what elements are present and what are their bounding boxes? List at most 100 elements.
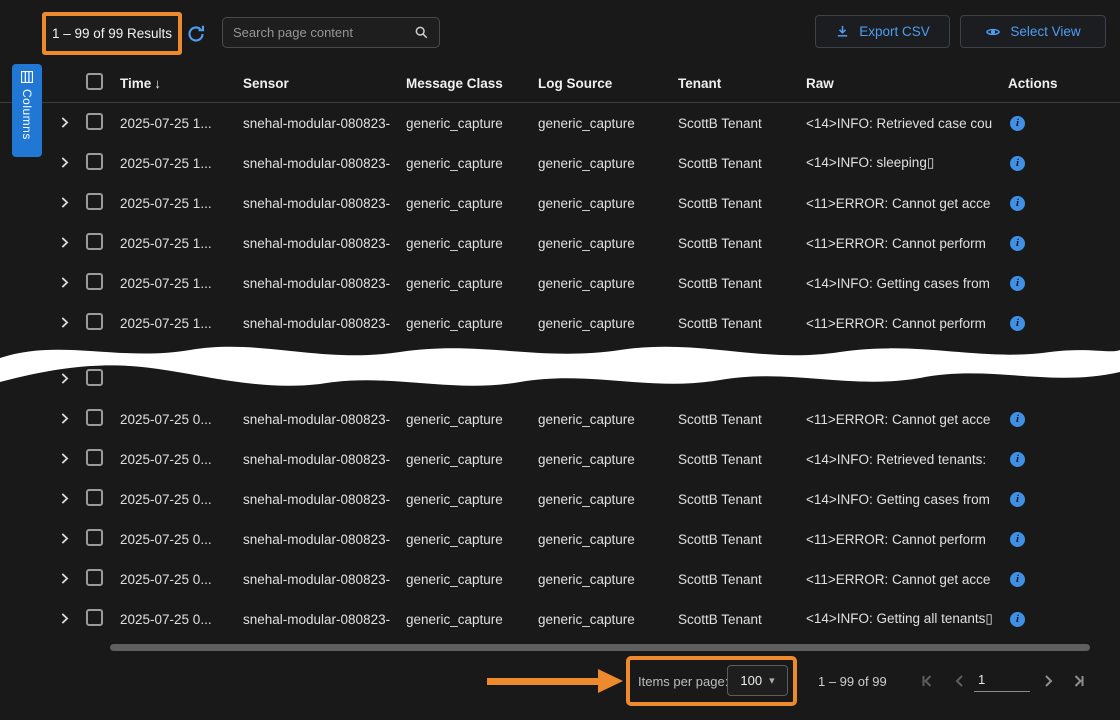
columns-panel-tab[interactable]: Columns	[12, 64, 42, 157]
annotation-arrow-head	[598, 669, 623, 693]
cell-log-source: generic_capture	[538, 196, 678, 211]
next-page-button[interactable]	[1038, 671, 1058, 691]
cell-time: 2025-07-25 0...	[120, 452, 243, 467]
cell-message-class: generic_capture	[406, 492, 538, 507]
select-view-button[interactable]: Select View	[960, 15, 1106, 48]
expand-chevron-icon[interactable]	[58, 372, 72, 386]
cell-raw: <14>INFO: Retrieved tenants:	[806, 452, 1008, 467]
info-icon[interactable]: i	[1010, 452, 1025, 467]
expand-chevron-icon[interactable]	[58, 316, 72, 330]
cell-raw: <14>INFO: Retrieved case cou	[806, 116, 1008, 131]
first-page-button[interactable]	[918, 671, 938, 691]
row-checkbox[interactable]	[86, 609, 103, 626]
expand-chevron-icon[interactable]	[58, 572, 72, 586]
expand-chevron-icon[interactable]	[58, 532, 72, 546]
caret-down-icon: ▾	[769, 674, 775, 687]
table-row: 2025-07-25 0... snehal-modular-080823- g…	[0, 559, 1120, 599]
expand-chevron-icon[interactable]	[58, 196, 72, 210]
cell-message-class: generic_capture	[406, 276, 538, 291]
info-icon[interactable]: i	[1010, 492, 1025, 507]
cell-time: 2025-07-25 0...	[120, 612, 243, 627]
cell-raw: <11>ERROR: Cannot get acce	[806, 572, 1008, 587]
expand-chevron-icon[interactable]	[58, 492, 72, 506]
eye-icon	[985, 24, 1001, 40]
pagination-range-label: 1 – 99 of 99	[818, 674, 887, 689]
row-checkbox[interactable]	[86, 273, 103, 290]
cell-log-source: generic_capture	[538, 532, 678, 547]
header-sensor[interactable]: Sensor	[243, 76, 406, 91]
info-icon[interactable]: i	[1010, 532, 1025, 547]
cell-time: 2025-07-25 1...	[120, 196, 243, 211]
header-raw[interactable]: Raw	[806, 76, 1008, 91]
page-number-input[interactable]	[974, 668, 1030, 692]
row-checkbox[interactable]	[86, 409, 103, 426]
row-checkbox[interactable]	[86, 489, 103, 506]
table-row: 2025-07-25 1... snehal-modular-080823- g…	[0, 223, 1120, 263]
info-icon[interactable]: i	[1010, 572, 1025, 587]
columns-grid-icon	[21, 71, 33, 83]
expand-chevron-icon[interactable]	[58, 612, 72, 626]
header-time[interactable]: Time↓	[120, 76, 243, 91]
info-icon[interactable]: i	[1010, 612, 1025, 627]
info-icon[interactable]: i	[1010, 236, 1025, 251]
row-checkbox[interactable]	[86, 569, 103, 586]
cell-time: 2025-07-25 0...	[120, 532, 243, 547]
row-checkbox[interactable]	[86, 113, 103, 130]
columns-tab-label: Columns	[20, 89, 34, 140]
search-input[interactable]	[233, 25, 408, 40]
expand-chevron-icon[interactable]	[58, 276, 72, 290]
row-checkbox[interactable]	[86, 193, 103, 210]
table-row: 2025-07-25 1... snehal-modular-080823- g…	[0, 143, 1120, 183]
expand-chevron-icon[interactable]	[58, 452, 72, 466]
cell-time: 2025-07-25 1...	[120, 236, 243, 251]
cell-raw: <14>INFO: sleeping▯	[806, 155, 1008, 171]
items-per-page-select[interactable]: 100 ▾	[727, 665, 788, 696]
table-row: 2025-07-25 0... snehal-modular-080823- g…	[0, 599, 1120, 639]
cell-sensor: snehal-modular-080823-	[243, 492, 406, 507]
cell-sensor: snehal-modular-080823-	[243, 412, 406, 427]
results-count-annotated: 1 – 99 of 99 Results	[42, 12, 182, 55]
select-all-checkbox[interactable]	[86, 73, 103, 90]
row-checkbox[interactable]	[86, 369, 103, 386]
info-icon[interactable]: i	[1010, 412, 1025, 427]
refresh-icon[interactable]	[186, 24, 206, 44]
cell-tenant: ScottB Tenant	[678, 572, 806, 587]
row-checkbox[interactable]	[86, 529, 103, 546]
info-icon[interactable]: i	[1010, 156, 1025, 171]
cell-message-class: generic_capture	[406, 572, 538, 587]
expand-chevron-icon[interactable]	[58, 412, 72, 426]
header-tenant[interactable]: Tenant	[678, 76, 806, 91]
row-checkbox[interactable]	[86, 313, 103, 330]
last-page-button[interactable]	[1068, 671, 1088, 691]
results-count-label: 1 – 99 of 99 Results	[52, 26, 172, 41]
previous-page-button[interactable]	[950, 671, 970, 691]
header-message-class[interactable]: Message Class	[406, 76, 538, 91]
items-per-page-value: 100	[740, 673, 762, 688]
cell-log-source: generic_capture	[538, 236, 678, 251]
cell-tenant: ScottB Tenant	[678, 116, 806, 131]
row-checkbox[interactable]	[86, 153, 103, 170]
sort-descending-icon[interactable]: ↓	[154, 76, 161, 91]
cell-sensor: snehal-modular-080823-	[243, 116, 406, 131]
info-icon[interactable]: i	[1010, 196, 1025, 211]
expand-chevron-icon[interactable]	[58, 116, 72, 130]
header-log-source[interactable]: Log Source	[538, 76, 678, 91]
export-csv-button[interactable]: Export CSV	[815, 15, 950, 48]
cell-log-source: generic_capture	[538, 612, 678, 627]
horizontal-scrollbar[interactable]	[110, 644, 1090, 651]
cell-raw: <14>INFO: Getting cases from	[806, 276, 1008, 291]
search-box[interactable]	[222, 17, 440, 48]
cell-sensor: snehal-modular-080823-	[243, 452, 406, 467]
cell-sensor: snehal-modular-080823-	[243, 156, 406, 171]
row-checkbox[interactable]	[86, 233, 103, 250]
expand-chevron-icon[interactable]	[58, 156, 72, 170]
cell-message-class: generic_capture	[406, 156, 538, 171]
row-checkbox[interactable]	[86, 449, 103, 466]
download-icon	[835, 24, 850, 39]
table-row: 2025-07-25 0... snehal-modular-080823- g…	[0, 479, 1120, 519]
expand-chevron-icon[interactable]	[58, 236, 72, 250]
info-icon[interactable]: i	[1010, 316, 1025, 331]
info-icon[interactable]: i	[1010, 116, 1025, 131]
cell-log-source: generic_capture	[538, 316, 678, 331]
info-icon[interactable]: i	[1010, 276, 1025, 291]
